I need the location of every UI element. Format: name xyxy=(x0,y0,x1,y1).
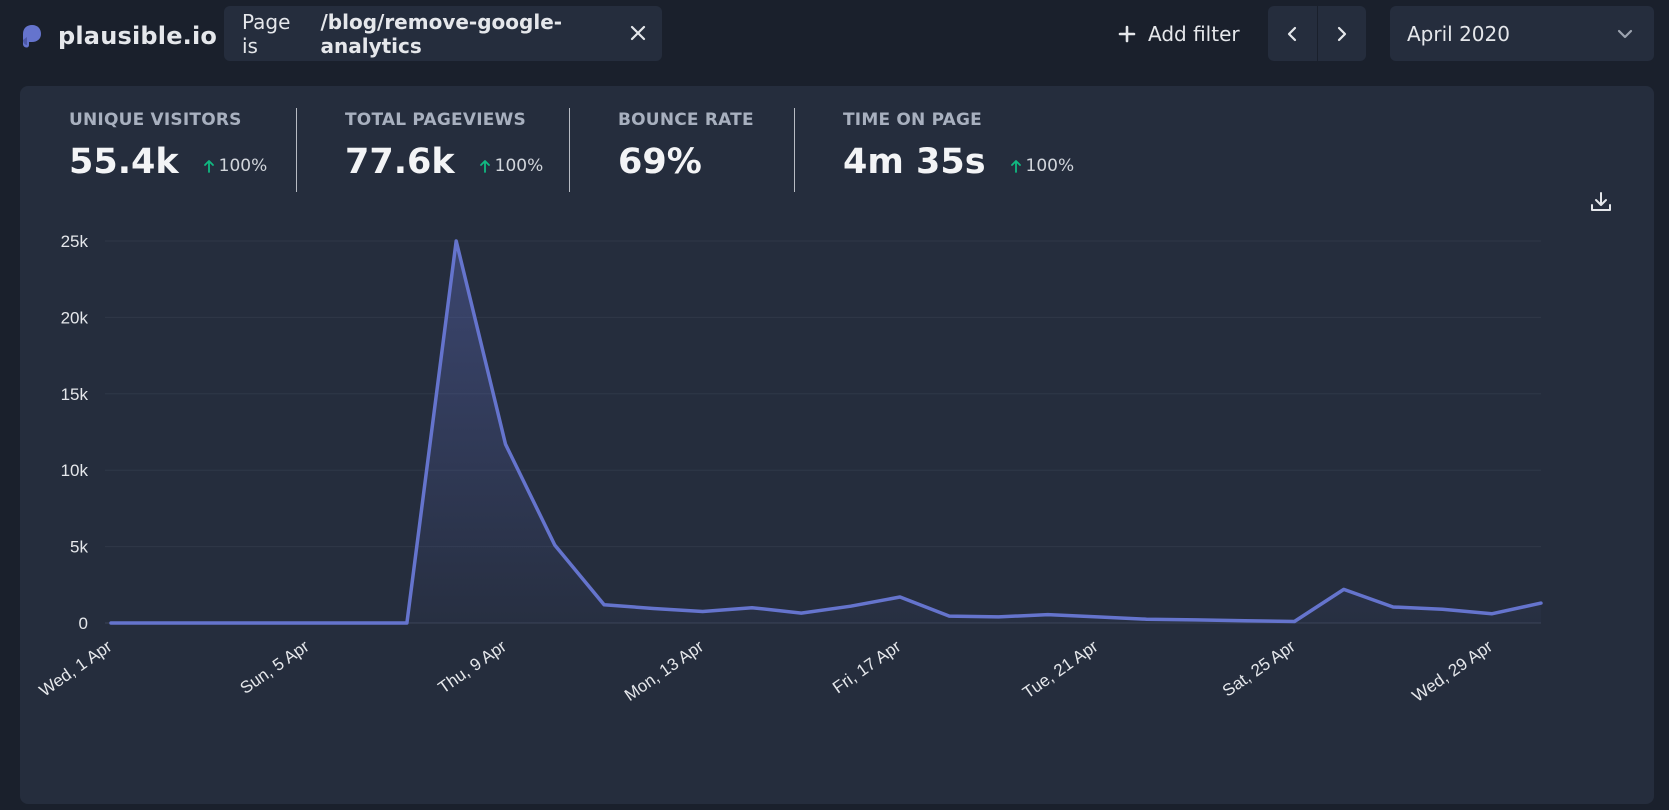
data-point[interactable] xyxy=(105,617,117,629)
data-point[interactable] xyxy=(1042,609,1054,621)
date-range-value: April 2020 xyxy=(1407,21,1510,46)
x-tick-label: Sat, 25 Apr xyxy=(1219,637,1299,701)
data-point[interactable] xyxy=(1288,615,1300,627)
app-name: plausible.io xyxy=(58,22,218,50)
x-tick-label: Thu, 9 Apr xyxy=(435,637,510,698)
chevron-right-icon xyxy=(1337,26,1346,41)
data-point[interactable] xyxy=(697,606,709,618)
plausible-logo-icon xyxy=(23,25,41,48)
data-point[interactable] xyxy=(352,617,364,629)
active-filter-pill[interactable]: Page is /blog/remove-google-analytics xyxy=(224,6,662,61)
chevron-left-icon xyxy=(1288,26,1297,41)
data-point[interactable] xyxy=(943,610,955,622)
data-point[interactable] xyxy=(1387,601,1399,613)
plus-icon xyxy=(1118,25,1136,43)
data-point[interactable] xyxy=(302,617,314,629)
data-point[interactable] xyxy=(549,539,561,551)
close-icon[interactable] xyxy=(628,23,648,43)
date-range-dropdown[interactable]: April 2020 xyxy=(1390,6,1654,61)
data-point[interactable] xyxy=(1338,583,1350,595)
data-point[interactable] xyxy=(499,438,511,450)
y-tick-label: 25k xyxy=(61,232,89,251)
visitors-chart[interactable]: 0 5k 10k 15k 20k 25k Wed, 1 Apr Sun, 5 Apr Thu,… xyxy=(20,86,1654,804)
series-area xyxy=(111,241,1541,623)
data-point[interactable] xyxy=(1091,611,1103,623)
data-point[interactable] xyxy=(401,617,413,629)
chevron-down-icon xyxy=(1617,29,1633,39)
filter-prefix: Page is xyxy=(242,9,291,58)
x-tick-label: Wed, 1 Apr xyxy=(36,637,116,701)
x-tick-label: Mon, 13 Apr xyxy=(621,637,707,705)
period-navigation xyxy=(1268,6,1366,61)
data-point[interactable] xyxy=(845,600,857,612)
x-tick-label: Tue, 21 Apr xyxy=(1019,637,1102,703)
app-logo[interactable]: plausible.io xyxy=(20,16,217,56)
top-bar: plausible.io Page is /blog/remove-google… xyxy=(0,0,1669,70)
main-panel: UNIQUE VISITORS 55.4k 100% TOTAL PAGEVIE… xyxy=(20,86,1654,804)
previous-period-button[interactable] xyxy=(1268,6,1318,61)
data-point[interactable] xyxy=(795,607,807,619)
data-point[interactable] xyxy=(1190,614,1202,626)
data-point[interactable] xyxy=(204,617,216,629)
data-point[interactable] xyxy=(1239,615,1251,627)
y-tick-label: 10k xyxy=(61,461,89,480)
data-point[interactable] xyxy=(1436,603,1448,615)
x-tick-label: Wed, 29 Apr xyxy=(1409,637,1497,706)
add-filter-label: Add filter xyxy=(1148,22,1240,46)
data-point[interactable] xyxy=(647,602,659,614)
data-point[interactable] xyxy=(1141,613,1153,625)
data-point[interactable] xyxy=(1486,608,1498,620)
add-filter-button[interactable]: Add filter xyxy=(1118,14,1240,54)
y-tick-label: 20k xyxy=(61,308,89,327)
data-point[interactable] xyxy=(450,235,462,247)
data-point[interactable] xyxy=(1535,597,1547,609)
next-period-button[interactable] xyxy=(1318,6,1367,61)
x-tick-label: Fri, 17 Apr xyxy=(829,637,904,698)
y-tick-label: 5k xyxy=(70,538,88,557)
filter-value: /blog/remove-google-analytics xyxy=(320,9,563,58)
y-tick-label: 0 xyxy=(79,614,88,633)
data-point[interactable] xyxy=(253,617,265,629)
data-point[interactable] xyxy=(894,591,906,603)
data-point[interactable] xyxy=(993,611,1005,623)
data-point[interactable] xyxy=(154,617,166,629)
x-tick-label: Sun, 5 Apr xyxy=(237,637,313,698)
data-point[interactable] xyxy=(746,602,758,614)
y-tick-label: 15k xyxy=(61,385,89,404)
series-line xyxy=(109,239,1543,625)
data-point[interactable] xyxy=(598,599,610,611)
